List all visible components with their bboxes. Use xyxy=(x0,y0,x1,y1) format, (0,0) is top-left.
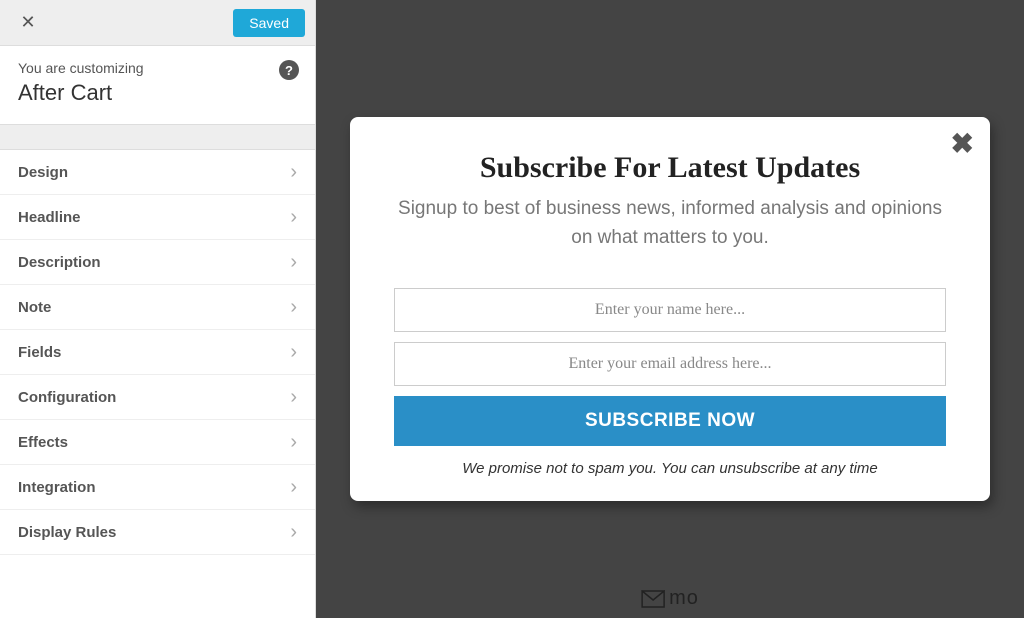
chevron-right-icon: › xyxy=(290,297,297,317)
chevron-right-icon: › xyxy=(290,252,297,272)
chevron-right-icon: › xyxy=(290,477,297,497)
customizer-menu: Design › Headline › Description › Note ›… xyxy=(0,150,315,555)
popup-title: Subscribe For Latest Updates xyxy=(394,151,946,185)
close-customizer-button[interactable]: ✕ xyxy=(10,5,46,41)
customizer-sidebar: ✕ Saved ? You are customizing After Cart… xyxy=(0,0,316,618)
sidebar-gap xyxy=(0,124,315,150)
saved-button[interactable]: Saved xyxy=(233,9,305,37)
menu-item-design[interactable]: Design › xyxy=(0,150,315,195)
popup-note: We promise not to spam you. You can unsu… xyxy=(394,460,946,477)
menu-item-label: Display Rules xyxy=(18,524,290,541)
chevron-right-icon: › xyxy=(290,432,297,452)
menu-item-label: Configuration xyxy=(18,389,290,406)
menu-item-label: Integration xyxy=(18,479,290,496)
menu-item-label: Effects xyxy=(18,434,290,451)
menu-item-fields[interactable]: Fields › xyxy=(0,330,315,375)
menu-item-display-rules[interactable]: Display Rules › xyxy=(0,510,315,555)
menu-item-description[interactable]: Description › xyxy=(0,240,315,285)
popup-description: Signup to best of business news, informe… xyxy=(394,195,946,252)
chevron-right-icon: › xyxy=(290,207,297,227)
chevron-right-icon: › xyxy=(290,162,297,182)
close-icon: ✖ xyxy=(951,128,974,159)
brand-text: mo xyxy=(669,587,699,610)
menu-item-label: Design xyxy=(18,164,290,181)
subscribe-popup: ✖ Subscribe For Latest Updates Signup to… xyxy=(350,117,990,501)
sidebar-topbar: ✕ Saved xyxy=(0,0,315,46)
name-input[interactable] xyxy=(394,288,946,332)
subscribe-button[interactable]: SUBSCRIBE NOW xyxy=(394,396,946,446)
menu-item-effects[interactable]: Effects › xyxy=(0,420,315,465)
preview-pane: ✖ Subscribe For Latest Updates Signup to… xyxy=(316,0,1024,618)
customizer-header: ? You are customizing After Cart xyxy=(0,46,315,124)
footer-brand: mo xyxy=(641,587,699,610)
menu-item-integration[interactable]: Integration › xyxy=(0,465,315,510)
menu-item-configuration[interactable]: Configuration › xyxy=(0,375,315,420)
chevron-right-icon: › xyxy=(290,387,297,407)
menu-item-label: Description xyxy=(18,254,290,271)
menu-item-label: Fields xyxy=(18,344,290,361)
customizing-title: After Cart xyxy=(18,80,297,106)
help-icon[interactable]: ? xyxy=(279,60,299,80)
email-input[interactable] xyxy=(394,342,946,386)
menu-item-note[interactable]: Note › xyxy=(0,285,315,330)
close-icon: ✕ xyxy=(20,12,35,33)
chevron-right-icon: › xyxy=(290,342,297,362)
chevron-right-icon: › xyxy=(290,522,297,542)
menu-item-headline[interactable]: Headline › xyxy=(0,195,315,240)
popup-close-button[interactable]: ✖ xyxy=(951,127,974,160)
menu-item-label: Note xyxy=(18,299,290,316)
menu-item-label: Headline xyxy=(18,209,290,226)
mail-icon xyxy=(641,590,665,608)
customizing-label: You are customizing xyxy=(18,60,297,76)
